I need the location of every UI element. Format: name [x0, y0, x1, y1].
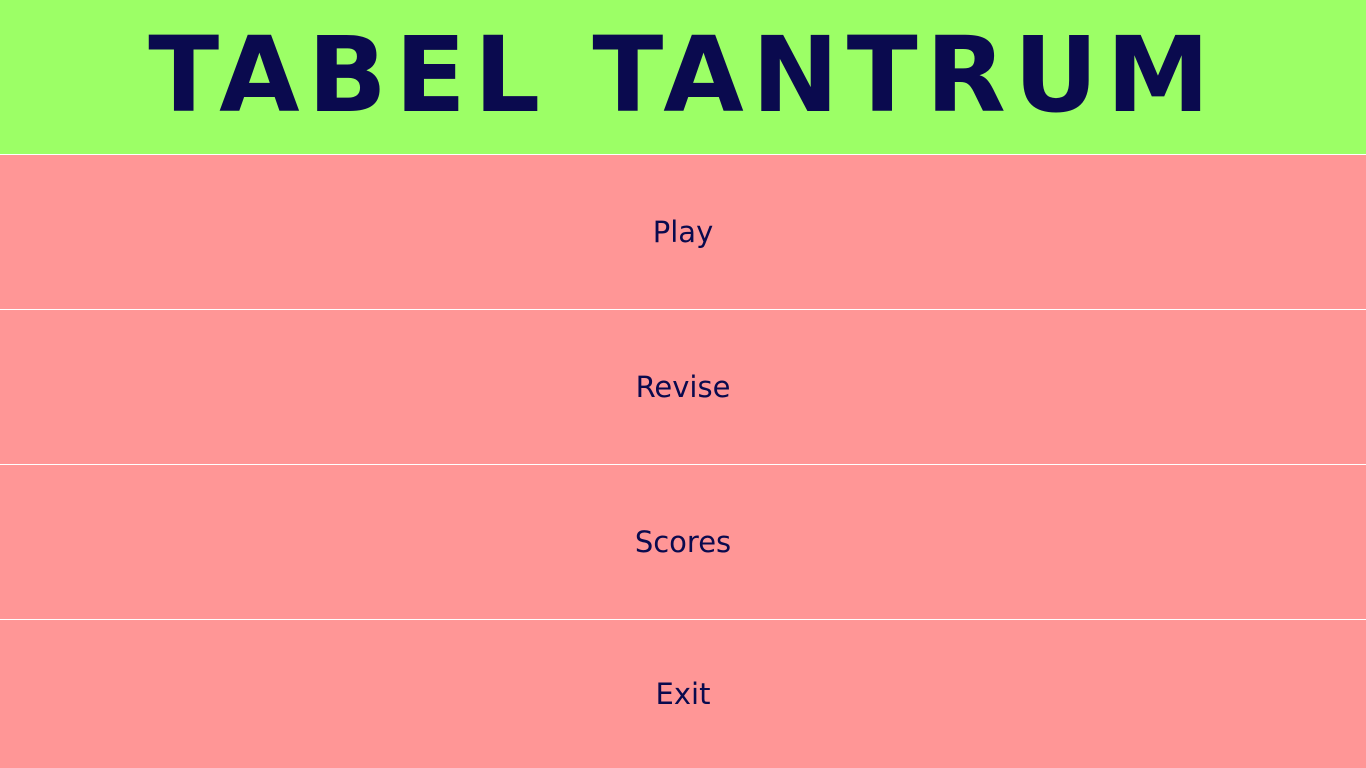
revise-button[interactable]: Revise	[0, 309, 1366, 464]
revise-button-label: Revise	[635, 370, 731, 404]
exit-button-label: Exit	[655, 677, 711, 711]
exit-button[interactable]: Exit	[0, 619, 1366, 768]
scores-button[interactable]: Scores	[0, 464, 1366, 619]
main-menu-screen: TABEL TANTRUM Play Revise Scores Exit	[0, 0, 1366, 768]
scores-button-label: Scores	[634, 525, 732, 559]
game-title: TABEL TANTRUM	[148, 14, 1218, 136]
play-button-label: Play	[652, 215, 714, 249]
main-menu: Play Revise Scores Exit	[0, 154, 1366, 768]
play-button[interactable]: Play	[0, 154, 1366, 309]
title-banner: TABEL TANTRUM	[0, 0, 1366, 154]
